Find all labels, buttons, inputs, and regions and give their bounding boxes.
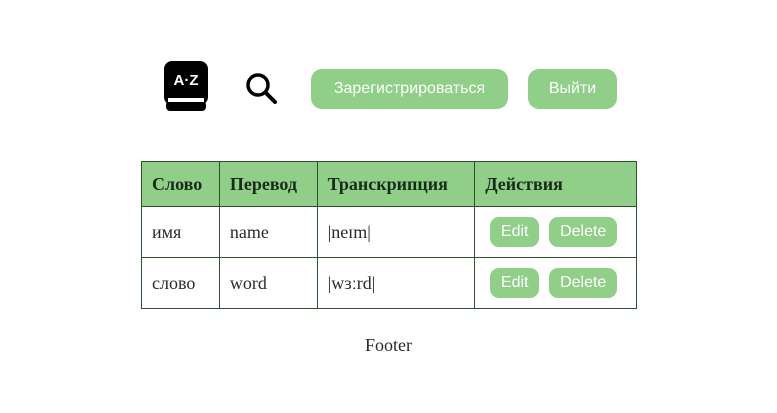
- logout-button[interactable]: Выйти: [528, 69, 617, 109]
- cell-transcription: |neɪm|: [316, 206, 476, 258]
- edit-button[interactable]: Edit: [490, 268, 540, 298]
- header-transcription: Транскрипция: [316, 161, 476, 207]
- footer: Footer: [365, 335, 412, 355]
- register-button[interactable]: Зарегистрироваться: [311, 69, 508, 109]
- cell-actions: Edit Delete: [474, 206, 637, 258]
- cell-translation: name: [218, 206, 318, 258]
- cell-actions: Edit Delete: [474, 257, 637, 309]
- cell-word: слово: [141, 257, 220, 309]
- delete-button[interactable]: Delete: [549, 217, 618, 247]
- cell-transcription: |wɜːrd|: [316, 257, 476, 309]
- cell-translation: word: [218, 257, 318, 309]
- header-translation: Перевод: [218, 161, 318, 207]
- row-actions: Edit Delete: [485, 217, 626, 247]
- edit-button[interactable]: Edit: [490, 217, 540, 247]
- dictionary-logo-icon[interactable]: A·Z: [164, 61, 208, 113]
- words-table: Слово Перевод Транскрипция Действия имя …: [141, 161, 637, 309]
- logo-text: A·Z: [174, 72, 199, 89]
- row-actions: Edit Delete: [485, 268, 626, 298]
- cell-word: имя: [141, 206, 220, 258]
- header-actions: Действия: [474, 161, 637, 207]
- header-word: Слово: [141, 161, 220, 207]
- table-header-row: Слово Перевод Транскрипция Действия: [141, 161, 637, 207]
- search-icon[interactable]: [244, 71, 278, 105]
- header: A·Z Зарегистрироваться Выйти: [0, 0, 777, 120]
- table-row: имя name |neɪm| Edit Delete: [141, 206, 637, 258]
- delete-button[interactable]: Delete: [549, 268, 618, 298]
- table-row: слово word |wɜːrd| Edit Delete: [141, 257, 637, 309]
